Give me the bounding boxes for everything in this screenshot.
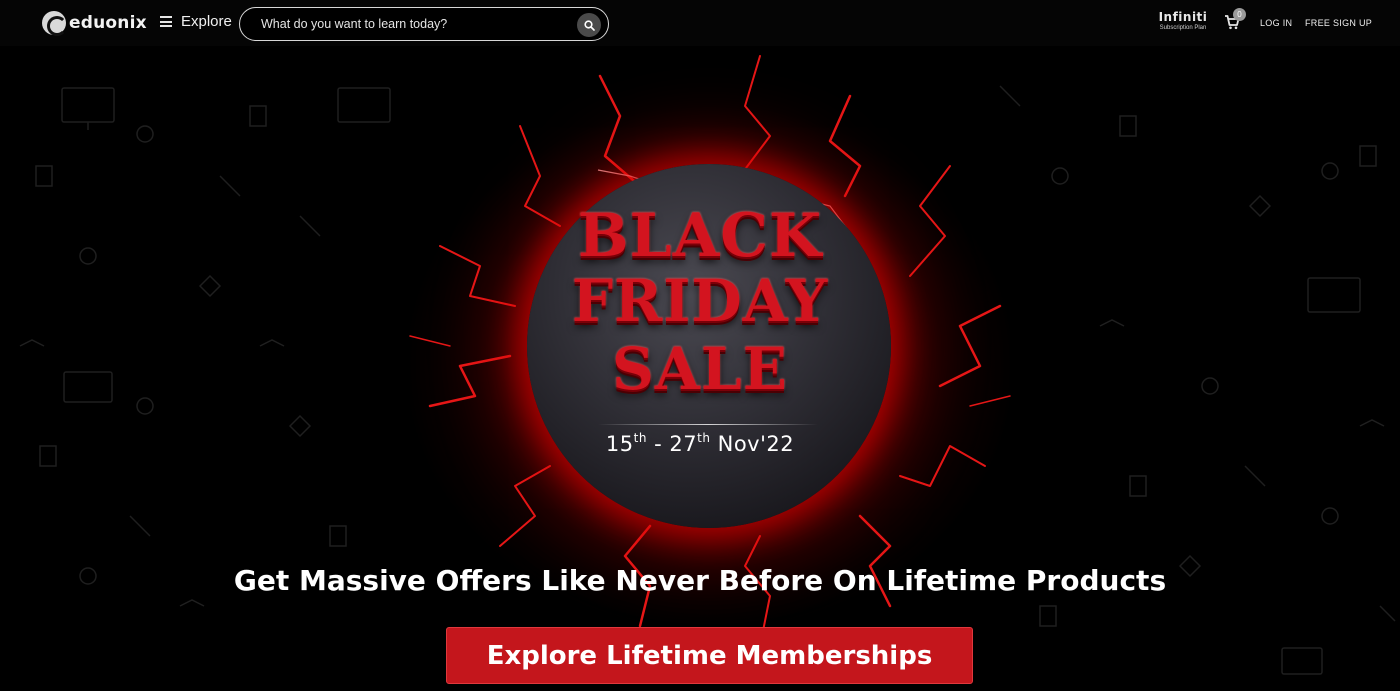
title-black: BLACK — [577, 201, 823, 271]
search-icon — [583, 19, 595, 31]
explore-label: Explore — [181, 13, 232, 30]
search-bar — [239, 7, 609, 41]
logo-text: eduonix — [69, 13, 147, 33]
date-end-suffix: th — [697, 431, 711, 445]
date-start-suffix: th — [633, 431, 647, 445]
top-nav: eduonix Explore Infiniti Subscription Pl… — [0, 0, 1400, 46]
hero-banner: BLACK FRIDAY SALE 15th - 27th Nov'22 Get… — [0, 46, 1400, 691]
logo-mark-icon — [42, 11, 67, 36]
title-friday: FRIDAY — [571, 267, 829, 335]
sale-dates: 15th - 27th Nov'22 — [0, 431, 1400, 456]
eduonix-logo[interactable]: eduonix — [42, 10, 147, 36]
explore-lifetime-memberships-button[interactable]: Explore Lifetime Memberships — [446, 627, 973, 684]
date-end-day: 27 — [669, 432, 698, 456]
free-signup-link[interactable]: FREE SIGN UP — [1305, 18, 1372, 28]
infiniti-subscription-link[interactable]: Infiniti Subscription Plan — [1153, 10, 1213, 38]
infiniti-subtitle: Subscription Plan — [1159, 25, 1207, 31]
title-sale: SALE — [612, 335, 788, 403]
search-input[interactable] — [240, 17, 560, 31]
hamburger-icon — [160, 16, 172, 27]
login-link[interactable]: LOG IN — [1260, 18, 1292, 28]
hero-tagline: Get Massive Offers Like Never Before On … — [233, 564, 1167, 597]
title-divider — [598, 424, 818, 425]
date-separator: - — [646, 432, 670, 456]
date-month-year: Nov'22 — [717, 432, 795, 456]
date-start-day: 15 — [605, 432, 634, 456]
infiniti-logo-icon: Infiniti — [1158, 10, 1208, 24]
cart-count-badge: 0 — [1233, 8, 1246, 21]
search-button[interactable] — [577, 13, 601, 37]
explore-menu-button[interactable]: Explore — [160, 13, 232, 30]
